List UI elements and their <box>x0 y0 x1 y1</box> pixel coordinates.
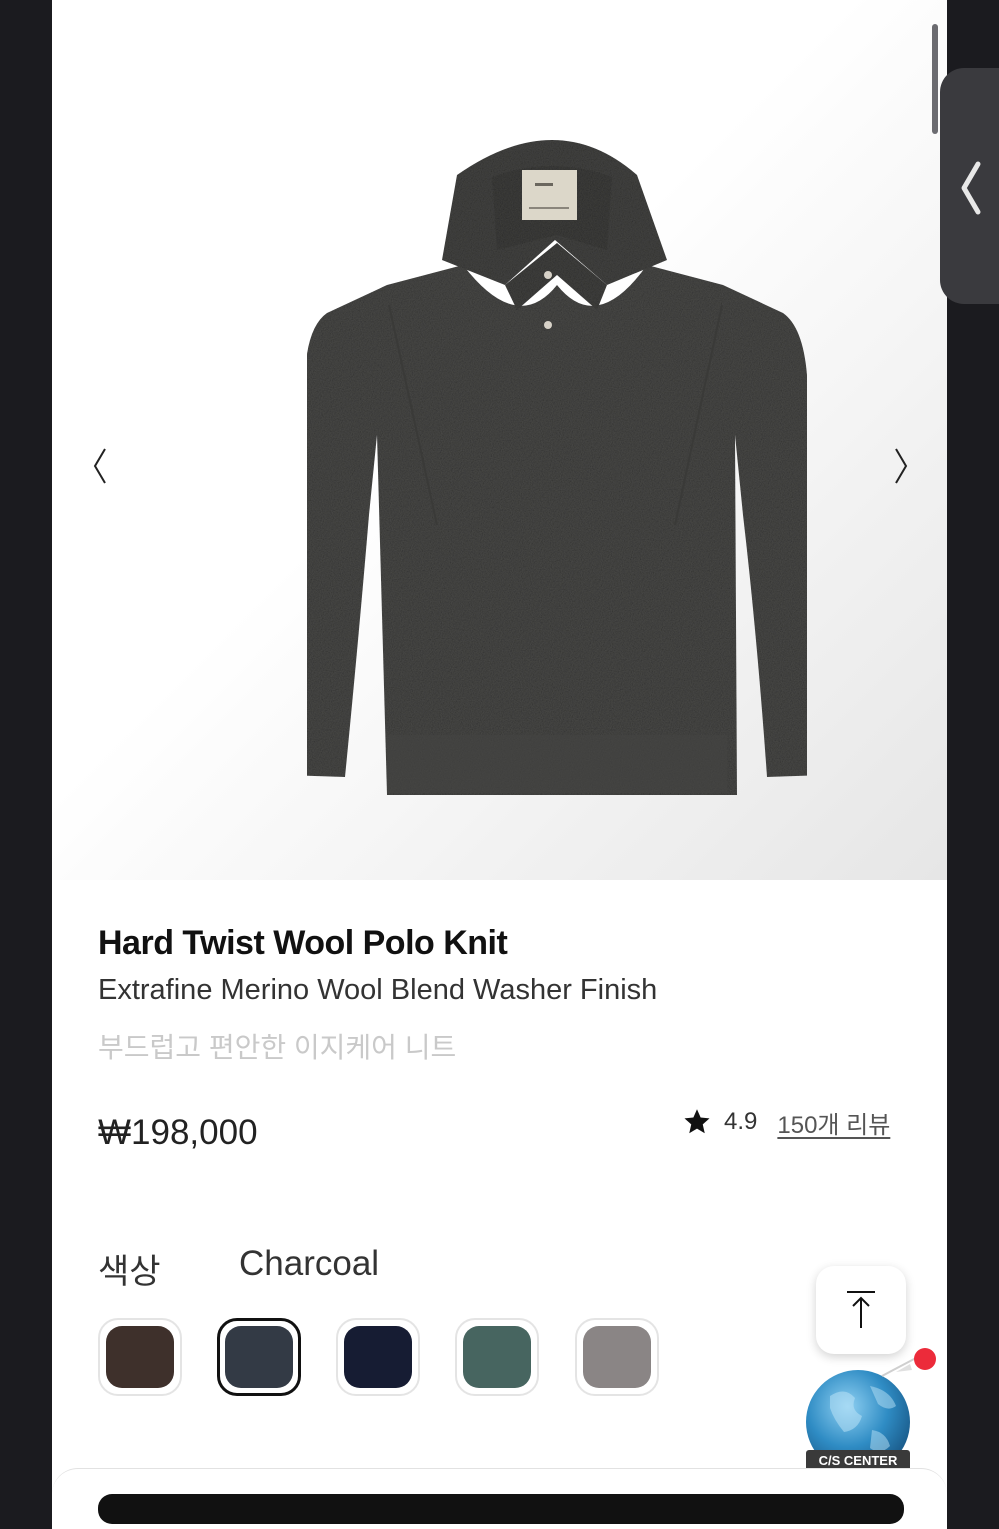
selected-color-name: Charcoal <box>239 1244 380 1283</box>
product-image <box>307 140 807 795</box>
product-image-gallery[interactable] <box>52 0 947 880</box>
product-page: Hard Twist Wool Polo Knit Extrafine Meri… <box>52 0 947 1500</box>
color-swatch-fill <box>344 1326 412 1388</box>
reviews-link[interactable]: 150개 리뷰 <box>777 1105 890 1140</box>
color-swatch-fill <box>106 1326 174 1388</box>
color-swatch-fill <box>463 1326 531 1388</box>
next-image-button[interactable] <box>890 446 912 491</box>
star-icon <box>684 1109 710 1134</box>
color-swatch[interactable] <box>575 1318 659 1396</box>
cs-center-button[interactable]: C/S CENTER <box>800 1346 920 1476</box>
product-rating: 4.9 150개 리뷰 <box>682 1104 890 1140</box>
purchase-bar[interactable] <box>98 1494 904 1524</box>
chevron-left-icon <box>93 448 106 484</box>
color-swatch-fill <box>583 1326 651 1388</box>
color-swatch-fill <box>225 1326 293 1388</box>
color-swatch[interactable] <box>217 1318 301 1396</box>
side-panel-toggle[interactable] <box>940 68 999 304</box>
chevron-right-icon <box>895 448 908 484</box>
product-description: 부드럽고 편안한 이지케어 니트 <box>98 1032 457 1063</box>
color-swatch[interactable] <box>455 1318 539 1396</box>
prev-image-button[interactable] <box>89 446 111 491</box>
color-swatch[interactable] <box>336 1318 420 1396</box>
scroll-to-top-button[interactable] <box>816 1266 906 1354</box>
product-subtitle: Extrafine Merino Wool Blend Washer Finis… <box>98 974 658 1006</box>
color-swatch[interactable] <box>98 1318 182 1396</box>
scrollbar[interactable] <box>932 24 938 134</box>
rating-score: 4.9 <box>724 1108 758 1135</box>
cs-center-label: C/S CENTER <box>818 1453 898 1468</box>
notification-badge <box>914 1348 936 1370</box>
color-label: 색상 <box>98 1253 161 1291</box>
product-price: ₩198,000 <box>98 1113 258 1152</box>
chevron-left-icon <box>961 161 981 215</box>
product-title: Hard Twist Wool Polo Knit <box>98 924 508 962</box>
arrow-up-icon <box>847 1291 875 1328</box>
